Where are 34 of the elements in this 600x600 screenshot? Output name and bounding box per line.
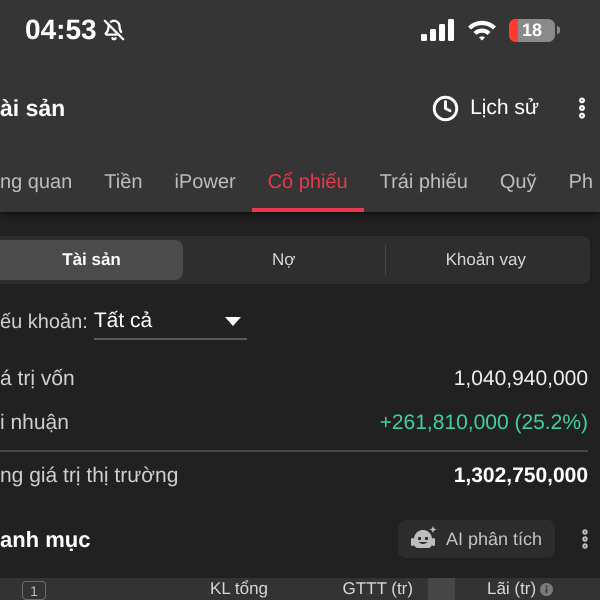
history-button[interactable]: Lịch sử — [432, 92, 539, 124]
column-header-block — [428, 578, 455, 600]
info-icon[interactable] — [540, 582, 554, 596]
page-title: ài sản — [0, 94, 66, 123]
wifi-icon — [467, 19, 497, 41]
filter-label: ếu khoản: — [0, 310, 88, 335]
tab[interactable]: ng quan — [0, 156, 88, 212]
filter-dropdown[interactable]: Tất cả — [94, 304, 247, 340]
summary-label: i nhuận — [0, 410, 69, 436]
battery-indicator: 18 — [509, 18, 560, 42]
section-title: anh mục — [0, 526, 90, 554]
tab[interactable]: Tiền — [88, 156, 158, 212]
tab[interactable]: Quỹ — [484, 156, 553, 212]
summary-value: +261,810,000 (25.2%) — [380, 410, 588, 436]
column-header: Lãi (tr) — [487, 579, 536, 599]
bell-off-icon — [102, 19, 125, 41]
column-header: KL tổng — [210, 579, 268, 599]
segment-tab[interactable]: Khoản vay — [386, 240, 586, 280]
status-time: 04:53 — [25, 16, 97, 44]
tab[interactable]: Trái phiếu — [364, 156, 484, 212]
clock-icon — [432, 94, 460, 122]
segment-tab[interactable]: Nợ — [183, 240, 384, 280]
tab[interactable]: iPower — [158, 156, 252, 212]
summary-label: ng giá trị thị trường — [0, 463, 178, 490]
count-badge: 1 — [22, 581, 46, 600]
segment-tab[interactable]: Tài sản — [0, 240, 183, 280]
ai-analysis-button[interactable]: AI phân tích — [398, 520, 555, 558]
caret-down-icon — [224, 316, 241, 326]
signal-icon — [421, 19, 455, 41]
summary-value: 1,302,750,000 — [454, 463, 588, 490]
summary-value: 1,040,940,000 — [454, 366, 588, 392]
tab[interactable]: Ph — [552, 156, 594, 212]
summary-label: á trị vốn — [0, 366, 75, 392]
column-header: GTTT (tr) — [342, 579, 413, 599]
